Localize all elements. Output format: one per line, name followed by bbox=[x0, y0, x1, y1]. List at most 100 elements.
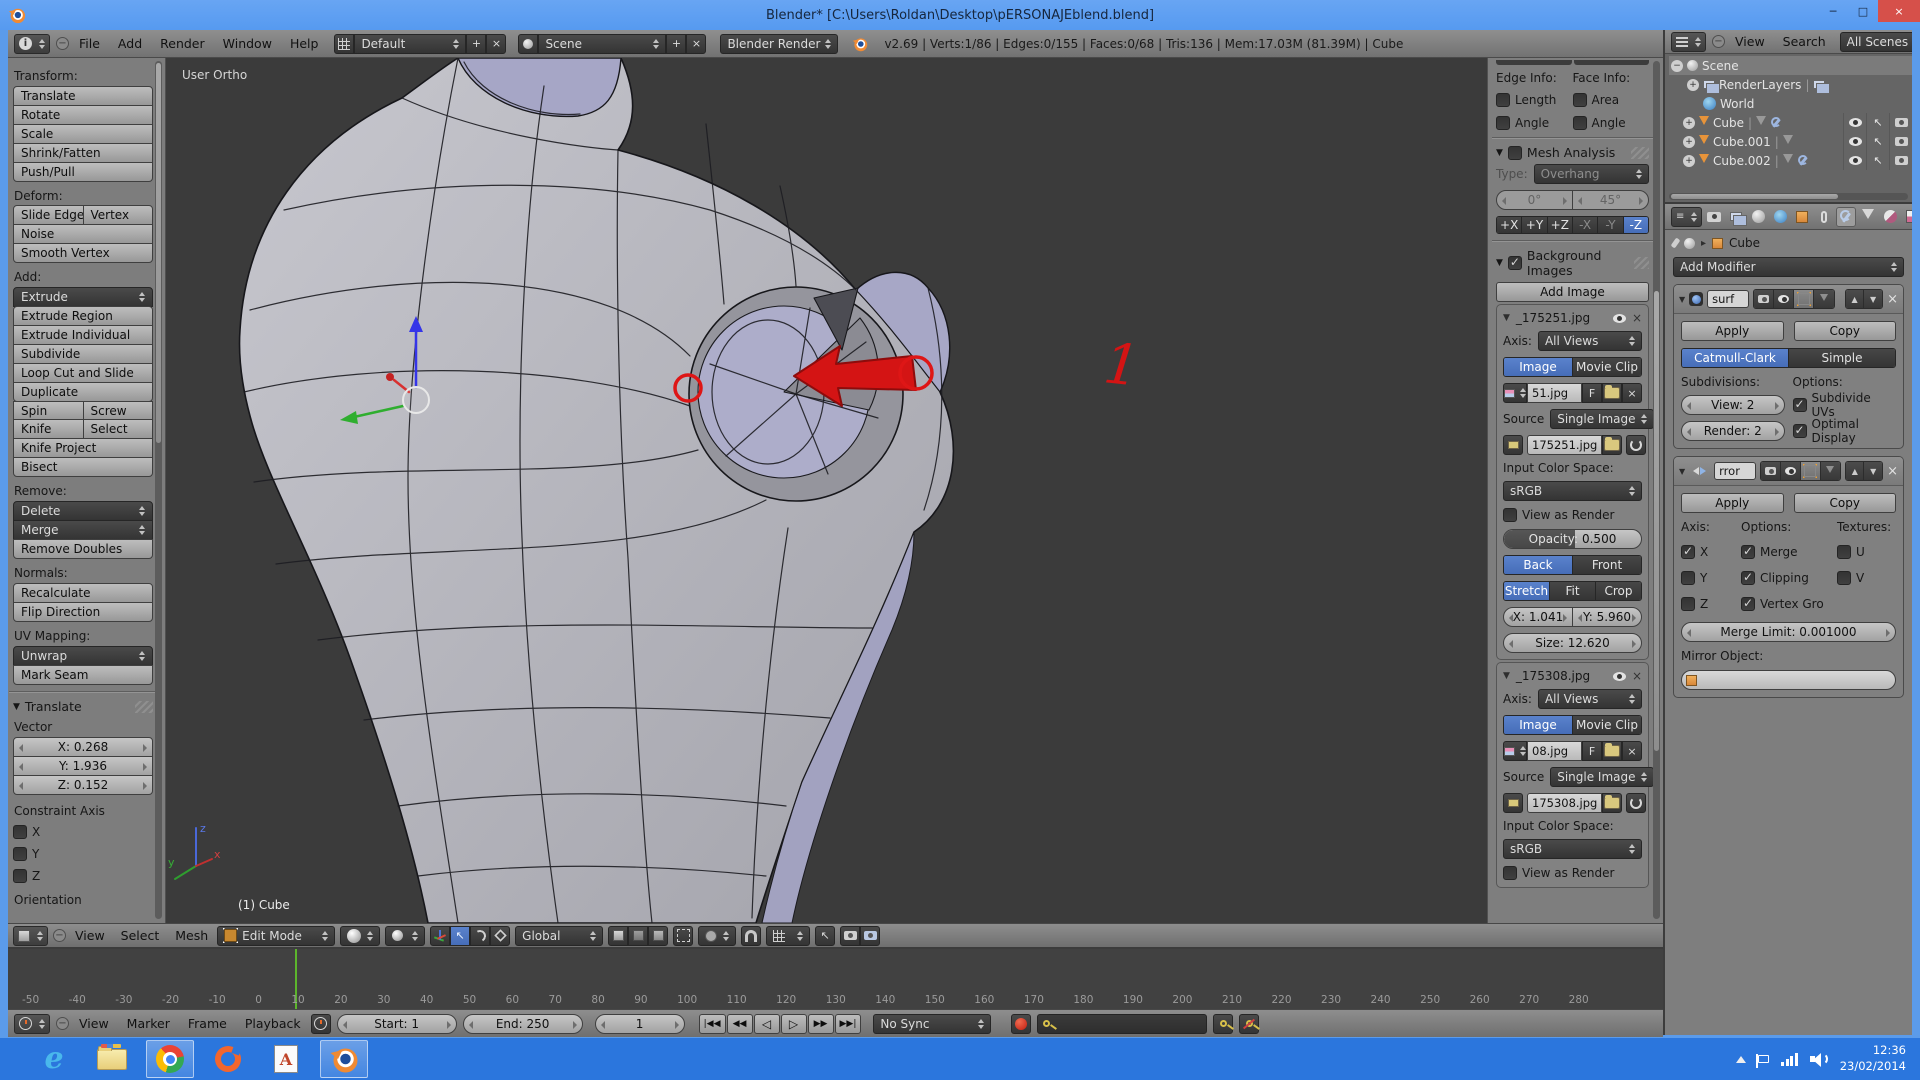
background-images-checkbox[interactable] bbox=[1508, 256, 1522, 270]
size-field[interactable]: Size: 12.620 bbox=[1503, 633, 1642, 653]
panel-drag-icon[interactable] bbox=[1634, 257, 1649, 269]
expand-icon[interactable]: + bbox=[1687, 79, 1699, 91]
eye-icon[interactable] bbox=[1613, 314, 1626, 323]
texture-v-checkbox[interactable] bbox=[1837, 571, 1851, 585]
remove-image-icon[interactable]: × bbox=[1632, 669, 1642, 683]
image-axis-select[interactable]: All Views bbox=[1538, 689, 1642, 709]
unlink-image-button[interactable]: × bbox=[1622, 383, 1642, 403]
previous-keyframe-button[interactable]: ◀◀ bbox=[727, 1014, 753, 1034]
editor-type-button[interactable]: i bbox=[14, 34, 50, 54]
outliner-item-cube-002[interactable]: + Cube.002 | ↖ bbox=[1669, 151, 1912, 170]
tool-button[interactable]: Subdivide bbox=[13, 344, 153, 364]
outliner-scrollbar[interactable] bbox=[1669, 193, 1908, 200]
spin-button[interactable]: Spin bbox=[13, 401, 84, 421]
toolshelf-scrollbar[interactable] bbox=[155, 61, 162, 919]
constraint-y-checkbox[interactable] bbox=[13, 847, 27, 861]
opacity-slider[interactable]: Opacity:0.500 bbox=[1503, 529, 1642, 549]
knife-button[interactable]: Knife bbox=[13, 419, 84, 439]
menu-item[interactable]: View bbox=[71, 928, 109, 943]
cage-toggle-icon[interactable] bbox=[1814, 290, 1834, 308]
image-datablock-icon[interactable] bbox=[1503, 383, 1527, 403]
tool-button[interactable]: Rotate bbox=[13, 105, 153, 125]
tool-button[interactable]: Scale bbox=[13, 124, 153, 144]
offset-x-field[interactable]: X: 1.041 bbox=[1503, 607, 1573, 627]
menu-item[interactable]: Window bbox=[219, 36, 276, 51]
editor-type-button[interactable] bbox=[1671, 32, 1706, 52]
unlink-image-button[interactable]: × bbox=[1622, 741, 1642, 761]
axis-minus-y-button[interactable]: -Y bbox=[1598, 217, 1623, 233]
pack-image-button[interactable] bbox=[1503, 793, 1523, 813]
mesh-analysis-header[interactable]: ▼ Mesh Analysis bbox=[1496, 145, 1649, 160]
remove-doubles-button[interactable]: Remove Doubles bbox=[13, 539, 153, 559]
texture-u-checkbox[interactable] bbox=[1837, 545, 1851, 559]
knife-project-button[interactable]: Knife Project bbox=[13, 438, 153, 458]
menu-item[interactable]: File bbox=[75, 36, 104, 51]
keying-set-field[interactable] bbox=[1037, 1014, 1207, 1034]
renderability-icon[interactable] bbox=[1895, 118, 1908, 127]
scene-icon[interactable] bbox=[518, 34, 538, 54]
constraint-x-checkbox[interactable] bbox=[13, 825, 27, 839]
maximize-button[interactable]: □ bbox=[1848, 0, 1878, 22]
vertex-slide-button[interactable]: Vertex bbox=[83, 205, 154, 225]
action-center-icon[interactable] bbox=[1758, 1055, 1769, 1063]
colorspace-select[interactable]: sRGB bbox=[1503, 839, 1642, 859]
menu-item[interactable]: Help bbox=[286, 36, 323, 51]
vector-z-field[interactable]: Z: 0.152 bbox=[13, 775, 153, 795]
tool-button[interactable]: Extrude Region bbox=[13, 306, 153, 326]
menu-item[interactable]: Add bbox=[114, 36, 146, 51]
delete-scene-button[interactable]: × bbox=[686, 34, 706, 54]
lock-camera-icon[interactable] bbox=[608, 926, 628, 946]
modifier-name-field[interactable]: rror bbox=[1714, 462, 1756, 480]
expand-icon[interactable]: + bbox=[1683, 155, 1695, 167]
front-toggle[interactable]: Front bbox=[1573, 556, 1641, 574]
mirror-z-checkbox[interactable] bbox=[1681, 597, 1695, 611]
collapse-menus-icon[interactable]: − bbox=[56, 37, 69, 50]
mark-seam-button[interactable]: Mark Seam bbox=[13, 665, 153, 685]
axis-plus-x-button[interactable]: +X bbox=[1497, 217, 1522, 233]
image-name-field[interactable]: 51.jpg bbox=[1527, 383, 1582, 403]
delete-layout-button[interactable]: × bbox=[486, 34, 506, 54]
breadcrumb-object[interactable]: Cube bbox=[1729, 236, 1760, 250]
view-as-render-checkbox[interactable] bbox=[1503, 866, 1517, 880]
display-filter-select[interactable]: All Scenes bbox=[1840, 32, 1912, 52]
mirror-x-checkbox[interactable] bbox=[1681, 545, 1695, 559]
reload-image-button[interactable] bbox=[1626, 793, 1646, 813]
renderability-icon[interactable] bbox=[1895, 137, 1908, 146]
editor-type-button[interactable] bbox=[14, 1014, 50, 1034]
outliner-item-world[interactable]: World bbox=[1669, 94, 1912, 113]
movie-clip-toggle[interactable]: Movie Clip bbox=[1573, 358, 1641, 376]
copy-button[interactable]: Copy bbox=[1794, 493, 1897, 513]
image-datablock-icon[interactable] bbox=[1503, 741, 1527, 761]
proportional-edit-select[interactable] bbox=[698, 926, 736, 946]
play-reverse-button[interactable]: ◁ bbox=[754, 1014, 780, 1034]
analysis-type-select[interactable]: Overhang bbox=[1534, 164, 1649, 184]
image-axis-select[interactable]: All Views bbox=[1538, 331, 1642, 351]
vector-y-field[interactable]: Y: 1.936 bbox=[13, 756, 153, 776]
crop-toggle[interactable]: Crop bbox=[1596, 582, 1641, 600]
simple-toggle[interactable]: Simple bbox=[1789, 349, 1895, 367]
editmode-toggle-icon[interactable] bbox=[1794, 290, 1814, 308]
tray-expand-icon[interactable] bbox=[1736, 1051, 1746, 1063]
fake-user-button[interactable]: F bbox=[1582, 383, 1602, 403]
collapse-menus-icon[interactable]: − bbox=[53, 929, 66, 942]
apply-button[interactable]: Apply bbox=[1681, 321, 1784, 341]
edge-angle-checkbox[interactable] bbox=[1496, 116, 1510, 130]
tab-render-layers[interactable] bbox=[1726, 207, 1746, 227]
visibility-icon[interactable] bbox=[1849, 118, 1862, 127]
tab-render[interactable] bbox=[1704, 207, 1724, 227]
image-name[interactable]: _175251.jpg bbox=[1516, 311, 1590, 325]
panel-open-icon[interactable]: ▼ bbox=[1679, 467, 1685, 476]
axis-plus-z-button[interactable]: +Z bbox=[1548, 217, 1573, 233]
tab-scene[interactable] bbox=[1748, 207, 1768, 227]
smooth-vertex-button[interactable]: Smooth Vertex bbox=[13, 243, 153, 263]
image-toggle[interactable]: Image bbox=[1504, 358, 1573, 376]
tool-button[interactable]: Duplicate bbox=[13, 382, 153, 402]
edge-length-checkbox[interactable] bbox=[1496, 93, 1510, 107]
vertex-groups-checkbox[interactable] bbox=[1741, 597, 1755, 611]
mirror-y-checkbox[interactable] bbox=[1681, 571, 1695, 585]
movie-clip-toggle[interactable]: Movie Clip bbox=[1573, 716, 1641, 734]
source-select[interactable]: Single Image bbox=[1550, 767, 1653, 787]
timeline-ruler[interactable]: -50-40-30-20-100102030405060708090100110… bbox=[8, 949, 1663, 1009]
extrude-menu-button[interactable]: Extrude bbox=[13, 287, 153, 307]
start-frame-field[interactable]: Start: 1 bbox=[337, 1014, 457, 1034]
